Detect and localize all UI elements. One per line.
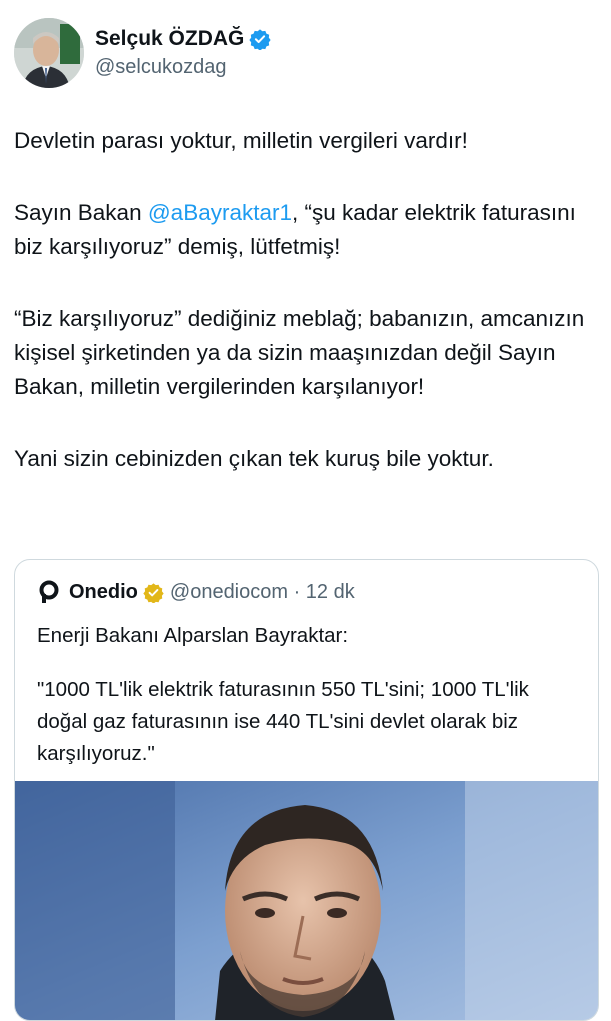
tweet-paragraph-3: “Biz karşılıyoruz” dediğiniz meblağ; bab… <box>14 306 585 399</box>
quoted-tweet-text: Enerji Bakanı Alparslan Bayraktar: "1000… <box>37 620 577 770</box>
quoted-line-1: Enerji Bakanı Alparslan Bayraktar: <box>37 624 349 647</box>
tweet-paragraph-2: Sayın Bakan @aBayraktar1, “şu kadar elek… <box>14 196 599 264</box>
avatar[interactable] <box>14 18 84 88</box>
quoted-author-name[interactable]: Onedio <box>69 581 138 604</box>
tweet-text-segment: Sayın Bakan <box>14 200 148 225</box>
mention-link[interactable]: @aBayraktar1 <box>148 200 292 225</box>
quoted-tweet-header: Onedio @onediocom · 12 dk <box>37 580 355 604</box>
onedio-logo-icon <box>39 580 59 603</box>
tweet-paragraph-1: Devletin parası yoktur, milletin vergile… <box>14 128 468 153</box>
minister-photo[interactable] <box>15 781 598 1020</box>
quoted-photo-image <box>15 781 598 1020</box>
tweet-text: Devletin parası yoktur, milletin vergile… <box>14 124 599 476</box>
avatar-image <box>14 18 84 88</box>
quoted-handle-time[interactable]: @onediocom · 12 dk <box>170 581 355 604</box>
verified-badge-icon <box>249 29 272 50</box>
tweet-header: Selçuk ÖZDAĞ @selcukozdag <box>14 18 272 88</box>
display-name[interactable]: Selçuk ÖZDAĞ <box>95 26 244 52</box>
tweet-paragraph-4: Yani sizin cebinizden çıkan tek kuruş bi… <box>14 446 494 471</box>
quoted-line-2: "1000 TL'lik elektrik faturasının 550 TL… <box>37 678 529 765</box>
gold-verified-badge-icon <box>143 582 164 603</box>
author-handle[interactable]: @selcukozdag <box>95 54 271 80</box>
quoted-tweet[interactable]: Onedio @onediocom · 12 dk Enerji Bakanı … <box>14 559 599 1021</box>
